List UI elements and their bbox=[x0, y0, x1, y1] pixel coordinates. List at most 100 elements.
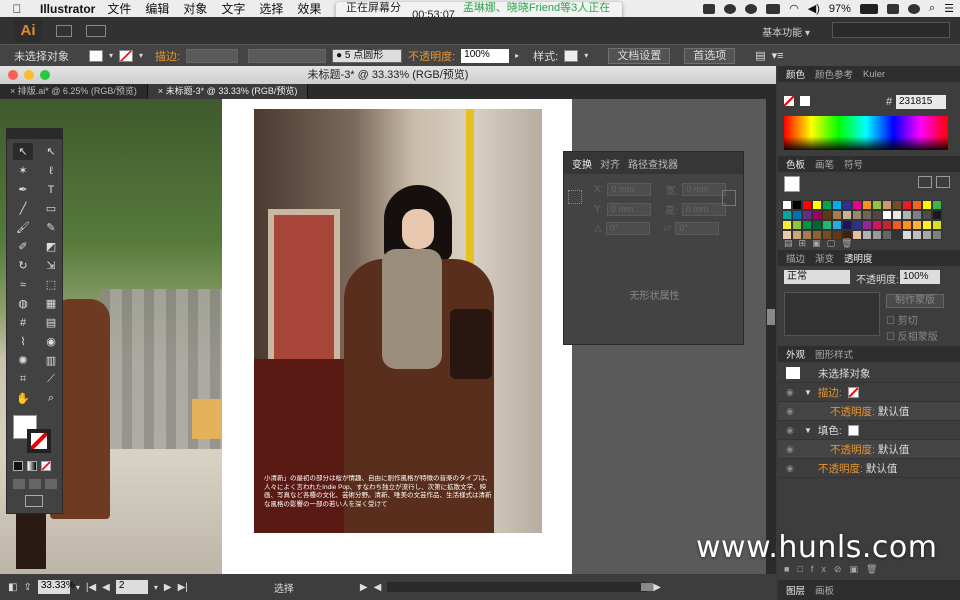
last-artboard-icon[interactable]: ▶| bbox=[178, 582, 188, 593]
appearance-row-stroke-opacity[interactable]: ◉ 不透明度: 默认值 bbox=[778, 402, 960, 421]
artboard-caption[interactable]: 小清新」の最初の部分は桜が情趣、自由に創作風格が特徴の音楽のタイプは、人々によく… bbox=[264, 475, 494, 525]
swatch-cell[interactable] bbox=[862, 210, 872, 220]
column-graph-tool-icon[interactable]: ▥ bbox=[41, 352, 61, 369]
swatch-cell[interactable] bbox=[902, 230, 912, 240]
swatch-cell[interactable] bbox=[922, 220, 932, 230]
swatch-cell[interactable] bbox=[802, 200, 812, 210]
opacity-input[interactable]: 100% bbox=[461, 48, 510, 63]
swatch-cell[interactable] bbox=[872, 230, 882, 240]
rotate-tool-icon[interactable]: ↻ bbox=[13, 257, 33, 274]
color-mode-icon[interactable] bbox=[13, 461, 23, 471]
horizontal-scroll-thumb[interactable] bbox=[641, 583, 654, 591]
pen-tool-icon[interactable]: ✒ bbox=[13, 181, 33, 198]
stroke-dropdown-icon[interactable]: ▾ bbox=[139, 51, 143, 60]
hand-tool-icon[interactable]: ✋ bbox=[13, 390, 33, 407]
duplicate-item-icon[interactable]: ▣ bbox=[849, 564, 866, 574]
swatch-cell[interactable] bbox=[822, 210, 832, 220]
status-tool-label[interactable]: 选择 bbox=[274, 580, 294, 595]
swatch-cell[interactable] bbox=[832, 200, 842, 210]
swatch-cell[interactable] bbox=[882, 210, 892, 220]
search-icon[interactable]: ⌕ bbox=[929, 2, 935, 15]
visibility-eye-icon[interactable]: ◉ bbox=[786, 425, 798, 436]
appearance-row-stroke[interactable]: ◉ ▼ 描边: bbox=[778, 383, 960, 402]
swatch-fill-indicator[interactable] bbox=[784, 176, 800, 192]
workspace-switcher[interactable]: 基本功能 ▾ bbox=[762, 24, 810, 39]
menu-effect[interactable]: 效果 bbox=[297, 0, 321, 17]
swatch-cell[interactable] bbox=[902, 200, 912, 210]
paintbrush-tool-icon[interactable]: 🖌 bbox=[13, 219, 33, 236]
draw-normal-icon[interactable] bbox=[13, 479, 25, 489]
swatch-cell[interactable] bbox=[922, 210, 932, 220]
width-tool-icon[interactable]: ≈ bbox=[13, 276, 33, 293]
opacity-arrow-icon[interactable]: ▸ bbox=[515, 51, 519, 60]
tab-align[interactable]: 对齐 bbox=[600, 156, 620, 171]
swatch-cell[interactable] bbox=[852, 220, 862, 230]
swatch-cell[interactable] bbox=[782, 200, 792, 210]
type-tool-icon[interactable]: T bbox=[41, 181, 61, 198]
arrange-documents-button[interactable] bbox=[86, 24, 106, 37]
color-white-icon[interactable] bbox=[800, 96, 810, 106]
minimize-window-icon[interactable] bbox=[24, 70, 34, 80]
sync-icon[interactable] bbox=[745, 3, 758, 14]
swatch-cell[interactable] bbox=[922, 230, 932, 240]
vertical-scrollbar[interactable] bbox=[766, 99, 776, 574]
close-window-icon[interactable] bbox=[8, 70, 18, 80]
swatch-cell[interactable] bbox=[852, 210, 862, 220]
lasso-tool-icon[interactable]: ℓ bbox=[41, 162, 61, 179]
artboard-dropdown-icon[interactable]: ▾ bbox=[154, 583, 158, 592]
swatch-cell[interactable] bbox=[792, 200, 802, 210]
blend-tool-icon[interactable]: ◉ bbox=[41, 333, 61, 350]
constrain-proportions-icon[interactable] bbox=[722, 190, 736, 206]
swatch-cell[interactable] bbox=[912, 210, 922, 220]
magic-wand-tool-icon[interactable]: ✶ bbox=[13, 162, 33, 179]
delete-item-icon[interactable]: 🗑 bbox=[866, 564, 885, 574]
tab-kuler[interactable]: Kuler bbox=[863, 69, 885, 80]
zoom-input[interactable]: 33.33% bbox=[37, 580, 75, 594]
tab-swatches[interactable]: 色板 bbox=[786, 157, 805, 171]
y-input[interactable]: 0 mm bbox=[606, 203, 651, 216]
shear-input[interactable]: 0° bbox=[675, 222, 720, 235]
tab-layers[interactable]: 图层 bbox=[786, 583, 805, 597]
pencil-tool-icon[interactable]: ✎ bbox=[41, 219, 61, 236]
arrange-icon[interactable]: ▤ bbox=[755, 49, 765, 62]
menu-object[interactable]: 对象 bbox=[183, 0, 207, 17]
stroke-row-label[interactable]: 描边: bbox=[818, 385, 842, 400]
perspective-grid-tool-icon[interactable]: ▦ bbox=[41, 295, 61, 312]
add-stroke-icon[interactable]: ■ bbox=[784, 564, 797, 574]
tab-graphic-styles[interactable]: 图形样式 bbox=[815, 347, 853, 361]
eyedropper-tool-icon[interactable]: ⌇ bbox=[13, 333, 33, 350]
visibility-eye-icon[interactable]: ◉ bbox=[786, 406, 798, 417]
list-view-icon[interactable] bbox=[918, 176, 932, 188]
add-fill-icon[interactable]: □ bbox=[797, 564, 810, 574]
swatch-cell[interactable] bbox=[912, 200, 922, 210]
swatch-cell[interactable] bbox=[922, 200, 932, 210]
horizontal-scrollbar[interactable] bbox=[387, 582, 654, 592]
swatch-cell[interactable] bbox=[792, 220, 802, 230]
new-color-group-icon[interactable]: ▣ bbox=[812, 238, 827, 248]
object-opacity-label[interactable]: 不透明度: 默认值 bbox=[818, 461, 897, 476]
stroke-opacity-label[interactable]: 不透明度: 默认值 bbox=[830, 404, 909, 419]
swatch-cell[interactable] bbox=[812, 220, 822, 230]
expand-icon[interactable]: ▼ bbox=[804, 426, 812, 435]
swatch-cell[interactable] bbox=[842, 210, 852, 220]
visibility-eye-icon[interactable]: ◉ bbox=[786, 444, 798, 455]
visibility-eye-icon[interactable]: ◉ bbox=[786, 387, 798, 398]
menu-select[interactable]: 选择 bbox=[259, 0, 283, 17]
tab-appearance[interactable]: 外观 bbox=[786, 347, 805, 361]
swatch-cell[interactable] bbox=[902, 210, 912, 220]
app-menu[interactable]: Illustrator bbox=[40, 2, 95, 16]
swatch-cell[interactable] bbox=[832, 220, 842, 230]
wifi-icon[interactable]: ◠ bbox=[789, 2, 799, 15]
fill-row-label[interactable]: 填色: bbox=[818, 423, 842, 438]
tab-transparency[interactable]: 透明度 bbox=[844, 251, 873, 265]
swatch-cell[interactable] bbox=[932, 200, 942, 210]
style-dropdown-icon[interactable]: ▾ bbox=[584, 51, 588, 60]
zoom-window-icon[interactable] bbox=[40, 70, 50, 80]
swatch-cell[interactable] bbox=[832, 210, 842, 220]
appearance-row-opacity[interactable]: ◉ 不透明度: 默认值 bbox=[778, 459, 960, 478]
tab-symbols[interactable]: 符号 bbox=[844, 157, 863, 171]
swatch-cell[interactable] bbox=[892, 200, 902, 210]
width-input[interactable]: 0 mm bbox=[682, 183, 727, 196]
scroll-left-icon[interactable]: ◀ bbox=[374, 582, 382, 593]
swatch-cell[interactable] bbox=[912, 230, 922, 240]
